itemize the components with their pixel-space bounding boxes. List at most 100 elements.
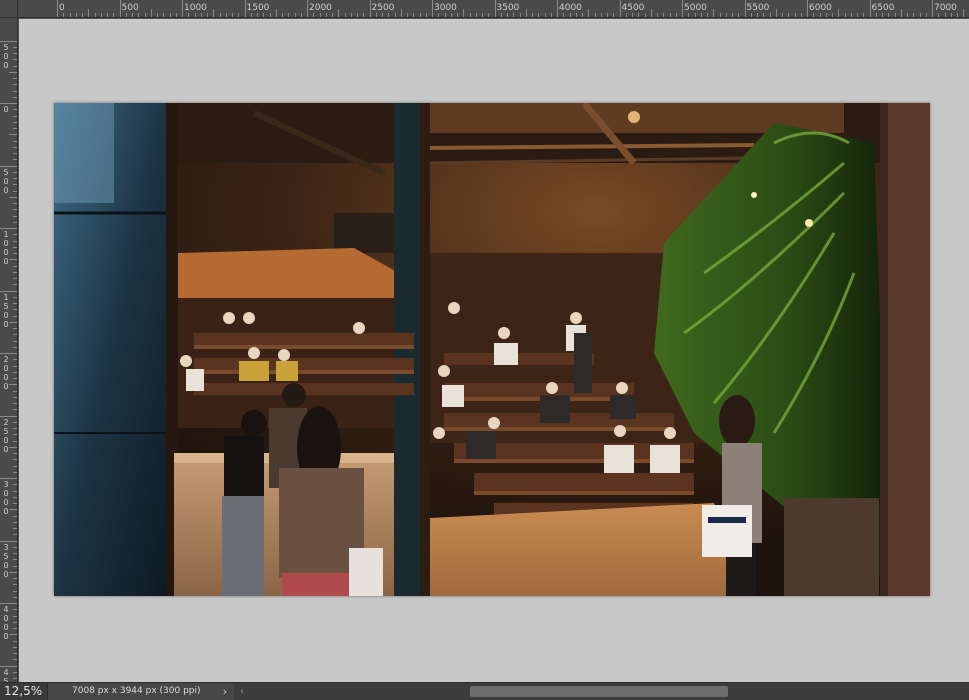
horizontal-ruler[interactable]: 0 500 1000 1500 2000 2500 3000 3500 4000 4500 5000… bbox=[18, 0, 969, 18]
document-canvas-photo[interactable] bbox=[54, 103, 930, 596]
ruler-minor-tick bbox=[669, 13, 671, 17]
ruler-minor-tick bbox=[782, 13, 783, 17]
vertical-ruler[interactable]: 500 0 500 1000 1500 2000 2500 3000 3500 4000 4500 bbox=[0, 18, 18, 682]
ruler-minor-tick bbox=[588, 9, 590, 17]
ruler-minor-tick bbox=[325, 13, 327, 17]
scrollbar-thumb[interactable] bbox=[470, 686, 728, 697]
ruler-minor-tick bbox=[925, 13, 927, 17]
ruler-label: 1500 bbox=[3, 292, 9, 329]
ruler-minor-tick bbox=[550, 13, 552, 17]
ruler-minor-tick bbox=[13, 128, 17, 129]
ruler-minor-tick bbox=[332, 13, 333, 17]
ruler-minor-tick bbox=[13, 253, 17, 254]
ruler-minor-tick bbox=[9, 571, 17, 573]
ruler-minor-tick bbox=[13, 578, 17, 579]
ruler-minor-tick bbox=[444, 13, 446, 17]
ruler-minor-tick bbox=[13, 534, 17, 536]
ruler-minor-tick bbox=[257, 13, 258, 17]
ruler-label: 6000 bbox=[809, 3, 832, 13]
ruler-minor-tick bbox=[13, 209, 17, 211]
ruler-minor-tick bbox=[457, 13, 458, 17]
ruler-major-tick bbox=[682, 0, 683, 17]
ruler-minor-tick bbox=[469, 13, 471, 17]
ruler-label: 7000 bbox=[934, 3, 957, 13]
ruler-major-tick bbox=[0, 415, 17, 417]
ruler-minor-tick bbox=[13, 371, 17, 373]
ruler-minor-tick bbox=[94, 13, 96, 17]
ruler-minor-tick bbox=[713, 9, 715, 17]
ruler-label: 0 bbox=[3, 105, 9, 114]
ruler-minor-tick bbox=[888, 13, 890, 17]
ruler-minor-tick bbox=[863, 13, 865, 17]
ruler-label: 1000 bbox=[3, 230, 9, 266]
ruler-major-tick bbox=[0, 353, 17, 354]
ruler-minor-tick bbox=[913, 13, 915, 17]
zoom-level-field[interactable]: 12,5% bbox=[0, 683, 48, 700]
ruler-minor-tick bbox=[882, 13, 883, 17]
ruler-label: 4500 bbox=[3, 667, 9, 683]
ruler-minor-tick bbox=[538, 13, 540, 17]
chevron-left-icon[interactable]: ‹ bbox=[236, 683, 248, 700]
ruler-minor-tick bbox=[13, 671, 17, 673]
ruler-minor-tick bbox=[13, 203, 17, 204]
ruler-major-tick bbox=[0, 290, 17, 292]
ruler-minor-tick bbox=[482, 13, 483, 17]
ruler-minor-tick bbox=[150, 9, 152, 17]
ruler-minor-tick bbox=[125, 13, 127, 17]
ruler-minor-tick bbox=[13, 265, 17, 267]
ruler-minor-tick bbox=[563, 13, 565, 17]
ruler-major-tick bbox=[57, 0, 58, 17]
ruler-minor-tick bbox=[788, 13, 790, 17]
canvas-workspace[interactable] bbox=[19, 19, 969, 682]
ruler-minor-tick bbox=[13, 565, 17, 567]
ruler-minor-tick bbox=[13, 528, 17, 529]
ruler-minor-tick bbox=[700, 13, 702, 17]
ruler-minor-tick bbox=[819, 13, 821, 17]
ruler-minor-tick bbox=[957, 13, 958, 17]
ruler-label: 5000 bbox=[684, 3, 707, 13]
ruler-label: 4000 bbox=[559, 3, 582, 13]
ruler-minor-tick bbox=[638, 13, 640, 17]
ruler-minor-tick bbox=[282, 13, 283, 17]
ruler-minor-tick bbox=[69, 13, 71, 17]
ruler-minor-tick bbox=[13, 640, 17, 642]
ruler-minor-tick bbox=[13, 628, 17, 629]
ruler-minor-tick bbox=[13, 653, 17, 654]
ruler-minor-tick bbox=[569, 13, 571, 17]
ruler-origin-corner[interactable] bbox=[0, 0, 18, 18]
ruler-minor-tick bbox=[13, 396, 17, 398]
horizontal-scrollbar[interactable]: ‹ bbox=[234, 683, 969, 700]
ruler-minor-tick bbox=[650, 9, 652, 17]
ruler-minor-tick bbox=[875, 13, 877, 17]
ruler-minor-tick bbox=[544, 13, 546, 17]
ruler-minor-tick bbox=[9, 259, 17, 261]
ruler-major-tick bbox=[182, 0, 183, 17]
ruler-major-tick bbox=[0, 228, 17, 229]
ruler-minor-tick bbox=[175, 13, 177, 17]
ruler-minor-tick bbox=[382, 13, 383, 17]
ruler-minor-tick bbox=[13, 609, 17, 611]
ruler-major-tick bbox=[807, 0, 808, 17]
chevron-right-icon[interactable]: › bbox=[219, 683, 231, 700]
ruler-major-tick bbox=[619, 0, 621, 17]
ruler-minor-tick bbox=[407, 13, 408, 17]
ruler-minor-tick bbox=[13, 659, 17, 661]
ruler-minor-tick bbox=[763, 13, 765, 17]
ruler-minor-tick bbox=[13, 240, 17, 242]
ruler-minor-tick bbox=[9, 196, 17, 198]
ruler-label: 500 bbox=[121, 3, 139, 13]
ruler-minor-tick bbox=[13, 434, 17, 436]
ruler-minor-tick bbox=[13, 496, 17, 498]
ruler-major-tick bbox=[119, 0, 121, 17]
ruler-minor-tick bbox=[507, 13, 508, 17]
ruler-major-tick bbox=[869, 0, 871, 17]
ruler-minor-tick bbox=[400, 9, 402, 17]
ruler-minor-tick bbox=[13, 646, 17, 648]
ruler-minor-tick bbox=[13, 378, 17, 379]
ruler-minor-tick bbox=[275, 9, 277, 17]
ruler-minor-tick bbox=[657, 13, 658, 17]
ruler-minor-tick bbox=[844, 13, 846, 17]
ruler-minor-tick bbox=[963, 9, 965, 17]
ruler-minor-tick bbox=[13, 90, 17, 92]
ruler-minor-tick bbox=[13, 215, 17, 217]
